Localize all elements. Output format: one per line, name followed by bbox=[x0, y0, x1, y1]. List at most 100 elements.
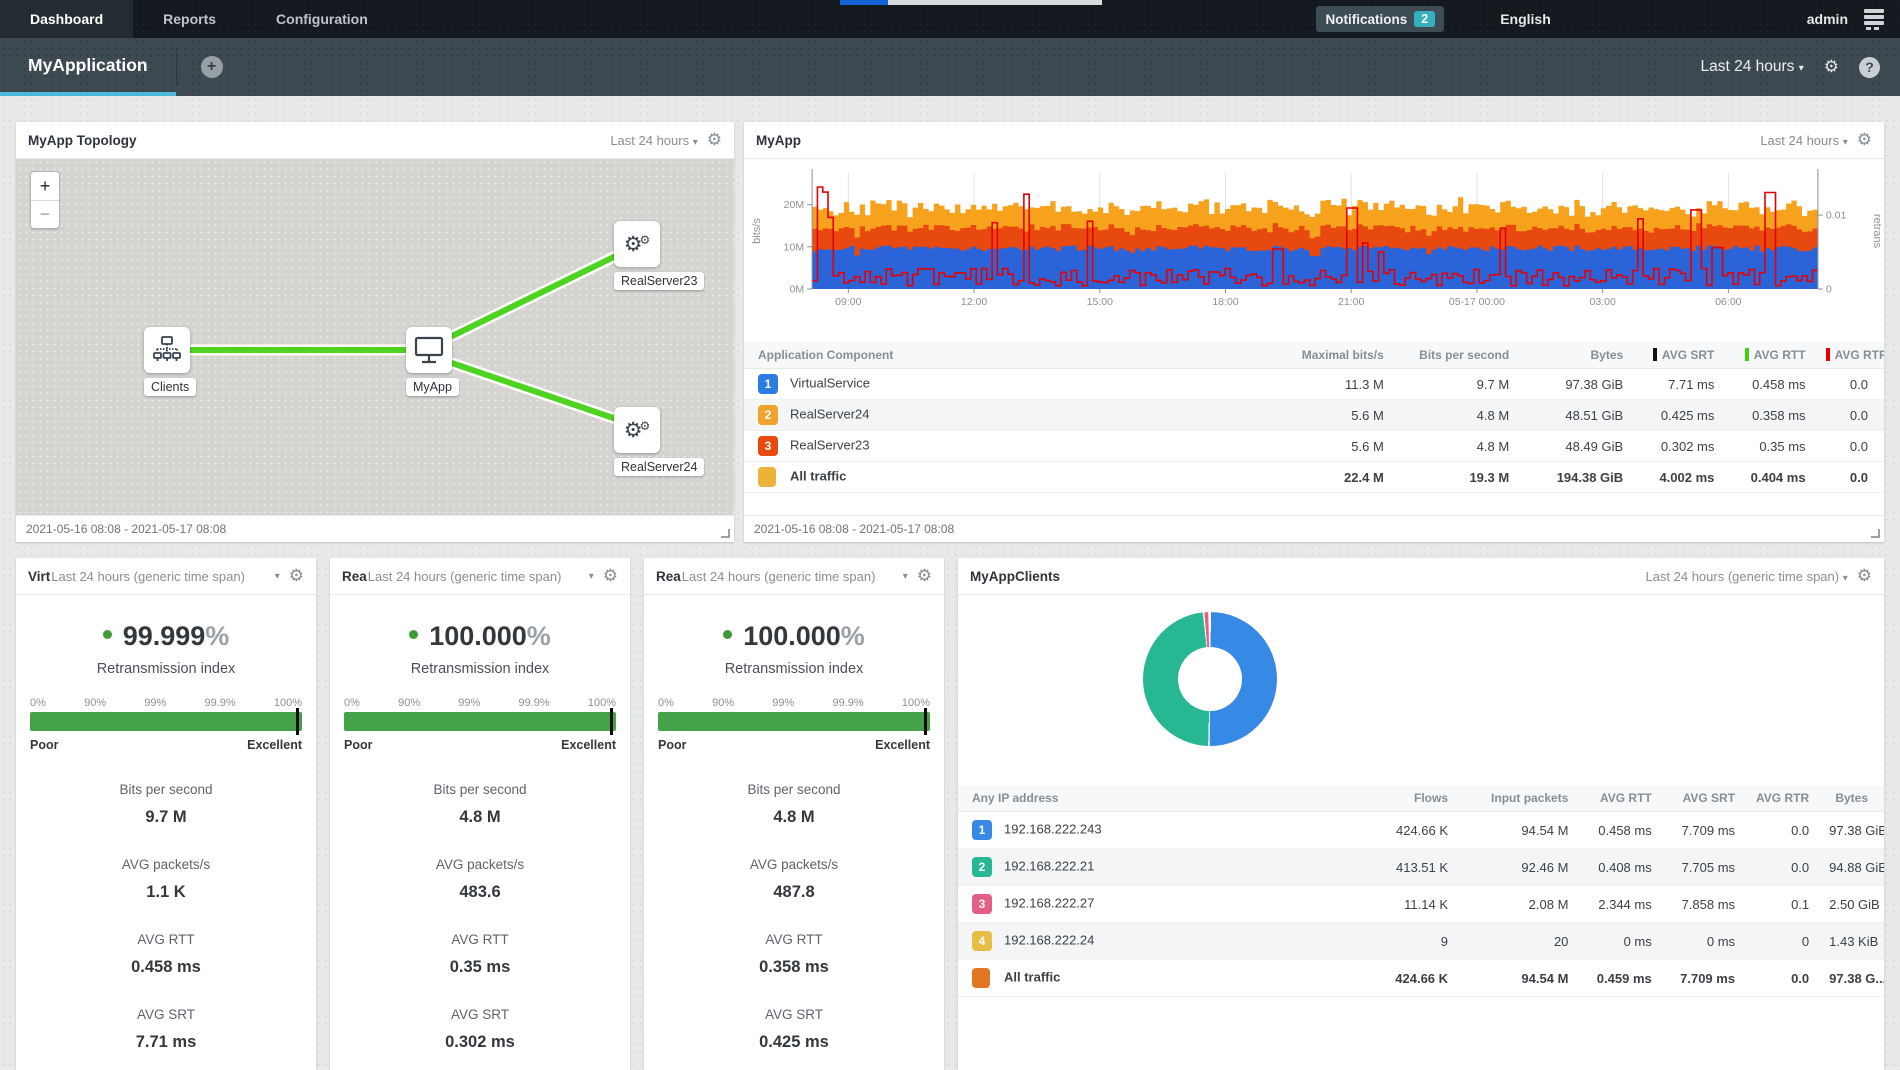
table-row[interactable]: 1VirtualService11.3 M9.7 M97.38 GiB7.71 … bbox=[744, 369, 1884, 400]
table-row[interactable]: 3RealServer235.6 M4.8 M48.49 GiB0.302 ms… bbox=[744, 431, 1884, 462]
top-nav: Dashboard Reports Configuration Notifica… bbox=[0, 0, 1900, 38]
column-header[interactable]: Bytes bbox=[1819, 785, 1884, 812]
topology-node-myapp[interactable]: MyApp bbox=[406, 327, 452, 396]
topology-node-clients[interactable]: Clients bbox=[144, 327, 190, 396]
topology-node-realserver23[interactable]: ⚙⚙ RealServer23 bbox=[614, 221, 660, 290]
user-menu-icon[interactable] bbox=[1862, 8, 1886, 30]
series-swatch-icon bbox=[972, 968, 990, 988]
language-menu[interactable]: English bbox=[1500, 11, 1551, 27]
chevron-down-icon: ▾ bbox=[1843, 137, 1848, 148]
table-row[interactable]: 2192.168.222.21413.51 K92.46 M0.408 ms7.… bbox=[958, 849, 1884, 886]
table-cell: 94.54 M bbox=[1458, 812, 1578, 849]
chevron-down-icon[interactable]: ▾ bbox=[275, 571, 280, 582]
gears-icon[interactable]: ⚙⚙ bbox=[614, 407, 660, 453]
column-header[interactable]: Maximal bits/s bbox=[1246, 342, 1394, 369]
table-cell: 424.66 K bbox=[1347, 960, 1458, 997]
panel-resize-handle[interactable] bbox=[1871, 529, 1880, 538]
chevron-down-icon[interactable]: ▾ bbox=[903, 571, 908, 582]
nav-tab-reports[interactable]: Reports bbox=[133, 0, 246, 38]
notifications-button[interactable]: Notifications 2 bbox=[1316, 6, 1444, 32]
monitor-icon[interactable] bbox=[406, 327, 452, 373]
clients-group-icon[interactable] bbox=[144, 327, 190, 373]
row-name: 192.168.222.243 bbox=[1004, 821, 1102, 836]
panel-retransmission-kpi-2: ReaLast 24 hours (generic time span) ▾ ⚙… bbox=[330, 558, 630, 1070]
gauge-tick-label: 0% bbox=[30, 697, 46, 709]
column-header[interactable]: Any IP address bbox=[958, 785, 1347, 812]
retransmission-gauge: 0%90%99%99.9%100% Poor Excellent bbox=[30, 697, 302, 752]
row-name: RealServer23 bbox=[790, 437, 870, 452]
topology-map[interactable]: + − bbox=[16, 159, 734, 515]
table-cell: 97.38 G... bbox=[1819, 960, 1884, 997]
panel-time-range: 2021-05-16 08:08 - 2021-05-17 08:08 bbox=[26, 522, 226, 536]
column-header[interactable]: Flows bbox=[1347, 785, 1458, 812]
table-cell: 5.6 M bbox=[1246, 400, 1394, 431]
clients-donut-chart[interactable] bbox=[1143, 612, 1277, 746]
gauge-tick-label: 99.9% bbox=[204, 697, 235, 709]
panel-settings-gear-icon[interactable]: ⚙ bbox=[1857, 566, 1872, 586]
table-row[interactable]: 2RealServer245.6 M4.8 M48.51 GiB0.425 ms… bbox=[744, 400, 1884, 431]
nav-tab-configuration[interactable]: Configuration bbox=[246, 0, 398, 38]
column-header[interactable]: AVG SRT bbox=[1633, 342, 1724, 369]
global-timespan-selector[interactable]: Last 24 hours ▾ bbox=[1700, 58, 1803, 76]
panel-timespan-selector[interactable]: Last 24 hours ▾ bbox=[610, 133, 697, 148]
panel-timespan-label[interactable]: Last 24 hours (generic time span) bbox=[368, 569, 562, 584]
dashboard-settings-gear-icon[interactable]: ⚙ bbox=[1824, 57, 1839, 77]
panel-timespan-selector[interactable]: Last 24 hours ▾ bbox=[1760, 133, 1847, 148]
metric-label: AVG SRT bbox=[16, 1007, 316, 1022]
column-header[interactable]: Input packets bbox=[1458, 785, 1578, 812]
panel-settings-gear-icon[interactable]: ⚙ bbox=[917, 566, 932, 586]
gauge-bar bbox=[344, 712, 616, 731]
panel-settings-gear-icon[interactable]: ⚙ bbox=[603, 566, 618, 586]
row-name: 192.168.222.21 bbox=[1004, 858, 1094, 873]
retransmission-index-value: 100.000% bbox=[330, 621, 630, 652]
panel-timespan-selector[interactable]: Last 24 hours (generic time span) ▾ bbox=[1645, 569, 1847, 584]
tab-myapplication[interactable]: MyApplication bbox=[0, 38, 176, 96]
node-label: RealServer23 bbox=[614, 272, 704, 290]
table-total-row[interactable]: All traffic424.66 K94.54 M0.459 ms7.709 … bbox=[958, 960, 1884, 997]
column-header[interactable]: AVG RTT bbox=[1578, 785, 1661, 812]
metric-label: AVG packets/s bbox=[16, 857, 316, 872]
panel-resize-handle[interactable] bbox=[721, 529, 730, 538]
panel-settings-gear-icon[interactable]: ⚙ bbox=[289, 566, 304, 586]
table-cell: 424.66 K bbox=[1347, 812, 1458, 849]
row-name: 192.168.222.27 bbox=[1004, 895, 1094, 910]
column-header[interactable]: AVG RTR bbox=[1745, 785, 1819, 812]
svg-text:retrans: retrans bbox=[1871, 214, 1883, 249]
table-total-row[interactable]: All traffic22.4 M19.3 M194.38 GiB4.002 m… bbox=[744, 462, 1884, 493]
chevron-down-icon[interactable]: ▾ bbox=[589, 571, 594, 582]
column-header[interactable]: Application Component bbox=[744, 342, 1246, 369]
gauge-tick-label: 99% bbox=[772, 697, 794, 709]
help-icon[interactable]: ? bbox=[1859, 57, 1880, 78]
panel-myappclients: MyAppClients Last 24 hours (generic time… bbox=[958, 558, 1884, 1070]
panel-timespan-label[interactable]: Last 24 hours (generic time span) bbox=[51, 569, 245, 584]
column-header[interactable]: Bytes bbox=[1519, 342, 1633, 369]
topology-node-realserver24[interactable]: ⚙⚙ RealServer24 bbox=[614, 407, 660, 476]
nav-tab-dashboard[interactable]: Dashboard bbox=[0, 0, 133, 38]
panel-settings-gear-icon[interactable]: ⚙ bbox=[1857, 130, 1872, 150]
panel-settings-gear-icon[interactable]: ⚙ bbox=[707, 130, 722, 150]
gears-icon[interactable]: ⚙⚙ bbox=[614, 221, 660, 267]
panel-title: MyAppClients bbox=[970, 569, 1060, 584]
table-cell: 2.08 M bbox=[1458, 886, 1578, 923]
table-row[interactable]: 3192.168.222.2711.14 K2.08 M2.344 ms7.85… bbox=[958, 886, 1884, 923]
table-row[interactable]: 4192.168.222.249200 ms0 ms01.43 KiB bbox=[958, 923, 1884, 960]
metric-value: 0.302 ms bbox=[330, 1033, 630, 1052]
notifications-count-badge: 2 bbox=[1414, 11, 1435, 27]
table-row[interactable]: 1192.168.222.243424.66 K94.54 M0.458 ms7… bbox=[958, 812, 1884, 849]
traffic-chart: 0M10M20M00.0109:0012:0015:0018:0021:0005… bbox=[744, 159, 1884, 342]
row-name: VirtualService bbox=[790, 375, 870, 390]
column-header[interactable]: AVG RTT bbox=[1724, 342, 1815, 369]
metric-value: 9.7 M bbox=[16, 808, 316, 827]
zoom-out-button[interactable]: − bbox=[31, 200, 59, 228]
metric-label: Bits per second bbox=[330, 782, 630, 797]
column-header[interactable]: AVG RTR bbox=[1816, 342, 1884, 369]
panel-timespan-label[interactable]: Last 24 hours (generic time span) bbox=[682, 569, 876, 584]
table-cell: 413.51 K bbox=[1347, 849, 1458, 886]
column-header[interactable]: AVG SRT bbox=[1662, 785, 1745, 812]
rank-badge: 4 bbox=[972, 931, 992, 951]
add-dashboard-tab-button[interactable]: + bbox=[201, 56, 223, 78]
column-header[interactable]: Bits per second bbox=[1394, 342, 1519, 369]
zoom-in-button[interactable]: + bbox=[31, 172, 59, 200]
user-menu[interactable]: admin bbox=[1807, 11, 1848, 27]
metric-value: 0.458 ms bbox=[16, 958, 316, 977]
